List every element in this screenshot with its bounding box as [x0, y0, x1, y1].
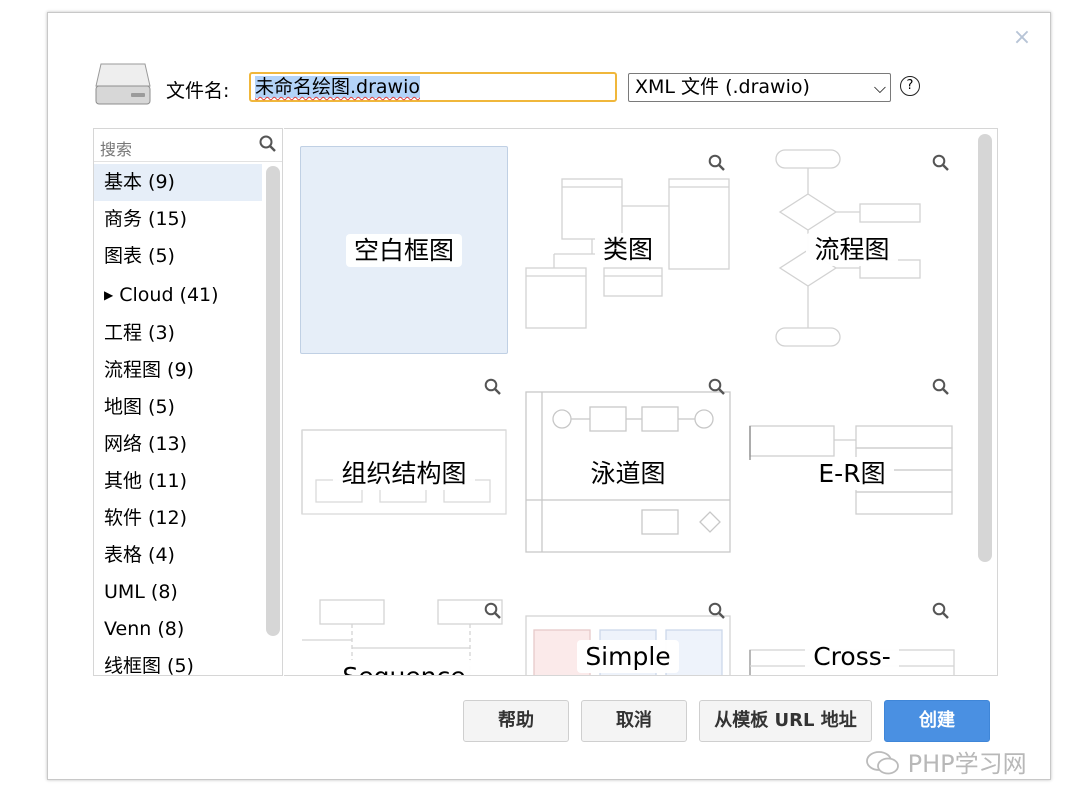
close-icon[interactable]: × [1012, 27, 1032, 49]
template-label: E-R图 [748, 454, 956, 490]
category-item-business[interactable]: 商务 (15) [94, 201, 262, 238]
template-cross-functional[interactable]: Cross- [748, 594, 956, 675]
category-item-label: Cloud (41) [119, 284, 219, 306]
template-flowchart[interactable]: 流程图 [748, 146, 956, 354]
preview-magnifier-icon[interactable] [708, 602, 726, 620]
template-er-diagram[interactable]: E-R图 [748, 370, 956, 578]
template-sequence[interactable]: Sequence [300, 594, 508, 675]
sidebar-scrollbar[interactable] [266, 166, 280, 636]
category-sidebar: 搜索 基本 (9) 商务 (15) 图表 (5) ▶ Cloud (41) 工程 … [93, 128, 283, 676]
category-item-wireframes[interactable]: 线框图 (5) [94, 648, 262, 675]
category-item-uml[interactable]: UML (8) [94, 574, 262, 611]
category-item-charts[interactable]: 图表 (5) [94, 238, 262, 275]
template-label: 组织结构图 [300, 454, 508, 490]
template-simple[interactable]: Simple [524, 594, 732, 675]
template-label: Simple [524, 640, 732, 673]
filename-label: 文件名: [166, 80, 230, 102]
create-button[interactable]: 创建 [884, 700, 990, 742]
template-swimlane[interactable]: 泳道图 [524, 370, 732, 578]
template-label: Cross- [748, 640, 956, 673]
category-item-engineering[interactable]: 工程 (3) [94, 315, 262, 352]
search-input[interactable]: 搜索 [100, 136, 132, 160]
template-label: Sequence [300, 660, 508, 675]
template-org-chart[interactable]: 组织结构图 [300, 370, 508, 578]
category-item-cloud[interactable]: ▶ Cloud (41) [94, 275, 262, 315]
template-blank[interactable]: 空白框图 [300, 146, 508, 354]
filename-input[interactable]: 未命名绘图.drawio [249, 72, 617, 102]
filename-value: 未命名绘图.drawio [255, 76, 420, 98]
template-label: 流程图 [748, 230, 956, 266]
format-select[interactable]: XML 文件 (.drawio) ⌵ [628, 73, 891, 102]
template-label: 泳道图 [524, 454, 732, 490]
preview-magnifier-icon[interactable] [932, 378, 950, 396]
category-item-venn[interactable]: Venn (8) [94, 611, 262, 648]
preview-magnifier-icon[interactable] [484, 378, 502, 396]
cancel-button[interactable]: 取消 [581, 700, 687, 742]
watermark: PHP学习网 [866, 744, 1027, 779]
category-item-other[interactable]: 其他 (11) [94, 463, 262, 500]
template-label: 类图 [524, 230, 732, 266]
category-list: 基本 (9) 商务 (15) 图表 (5) ▶ Cloud (41) 工程 (3)… [94, 164, 262, 675]
category-item-tables[interactable]: 表格 (4) [94, 537, 262, 574]
category-item-flowchart[interactable]: 流程图 (9) [94, 352, 262, 389]
preview-magnifier-icon[interactable] [484, 602, 502, 620]
search-icon[interactable] [259, 135, 277, 153]
from-template-url-button[interactable]: 从模板 URL 地址 [699, 700, 872, 742]
preview-magnifier-icon[interactable] [932, 154, 950, 172]
template-grid: 空白框图 类图 流程图 组织结构图 泳道图 E-R图 Simple Cross- [284, 128, 998, 676]
format-select-value: XML 文件 (.drawio) [635, 76, 810, 98]
help-icon[interactable]: ? [900, 76, 920, 96]
preview-magnifier-icon[interactable] [932, 602, 950, 620]
preview-magnifier-icon[interactable] [708, 154, 726, 172]
template-class-diagram[interactable]: 类图 [524, 146, 732, 354]
help-button[interactable]: 帮助 [463, 700, 569, 742]
category-item-maps[interactable]: 地图 (5) [94, 389, 262, 426]
category-item-software[interactable]: 软件 (12) [94, 500, 262, 537]
template-label: 空白框图 [301, 231, 507, 267]
expand-triangle-icon[interactable]: ▶ [104, 288, 113, 302]
category-item-network[interactable]: 网络 (13) [94, 426, 262, 463]
chevron-down-icon: ⌵ [873, 78, 886, 97]
wechat-icon [866, 751, 899, 775]
search-box[interactable]: 搜索 [94, 129, 282, 162]
category-item-basic[interactable]: 基本 (9) [94, 164, 262, 201]
preview-magnifier-icon[interactable] [708, 378, 726, 396]
watermark-text: PHP学习网 [907, 750, 1027, 778]
template-grid-scrollbar[interactable] [978, 134, 992, 562]
drive-icon [95, 63, 151, 105]
